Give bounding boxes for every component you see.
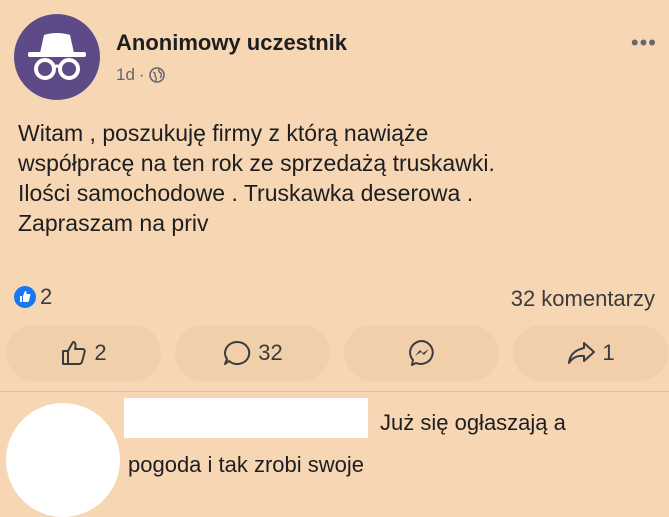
like-badge-icon bbox=[14, 286, 36, 308]
post-text-line: współpracę na ten rok ze sprzedażą trusk… bbox=[18, 150, 495, 176]
author-avatar[interactable] bbox=[14, 14, 100, 100]
thumbs-up-icon bbox=[62, 341, 87, 365]
comments-count-link[interactable]: 32 komentarzy bbox=[511, 286, 655, 312]
comment-count: 32 bbox=[258, 340, 283, 365]
share-icon bbox=[568, 342, 596, 364]
globe-icon bbox=[148, 67, 165, 83]
post-text-line: Witam , poszukuję firmy z którą nawiąże bbox=[18, 120, 429, 146]
messenger-icon bbox=[408, 340, 434, 366]
comment-text-line: pogoda i tak zrobi swoje bbox=[128, 452, 365, 477]
action-bar: 2 32 1 bbox=[6, 325, 668, 381]
commenter-name-redacted bbox=[124, 398, 368, 438]
incognito-icon bbox=[28, 33, 86, 80]
more-options-button[interactable]: ••• bbox=[631, 30, 657, 56]
comment-button[interactable]: 32 bbox=[175, 325, 330, 381]
post-text-line: Ilości samochodowe . Truskawka deserowa … bbox=[18, 180, 474, 206]
author-name[interactable]: Anonimowy uczestnik bbox=[116, 30, 347, 56]
reaction-summary[interactable]: 2 bbox=[14, 284, 52, 310]
messenger-button[interactable] bbox=[344, 325, 499, 381]
post-body: Witam , poszukuję firmy z którą nawiąże … bbox=[18, 118, 658, 238]
comment-icon bbox=[224, 340, 251, 365]
post-meta: 1d · bbox=[116, 65, 165, 85]
post-text-line: Zapraszam na priv bbox=[18, 210, 209, 236]
share-count: 1 bbox=[602, 340, 615, 365]
reaction-count: 2 bbox=[40, 284, 53, 309]
like-button[interactable]: 2 bbox=[6, 325, 161, 381]
share-button[interactable]: 1 bbox=[513, 325, 668, 381]
post-time[interactable]: 1d bbox=[116, 65, 135, 85]
like-count: 2 bbox=[94, 340, 107, 365]
commenter-avatar[interactable] bbox=[6, 403, 120, 517]
comment-text-line: Już się ogłaszają a bbox=[380, 410, 566, 435]
section-divider bbox=[0, 391, 669, 392]
meta-separator: · bbox=[138, 65, 145, 84]
